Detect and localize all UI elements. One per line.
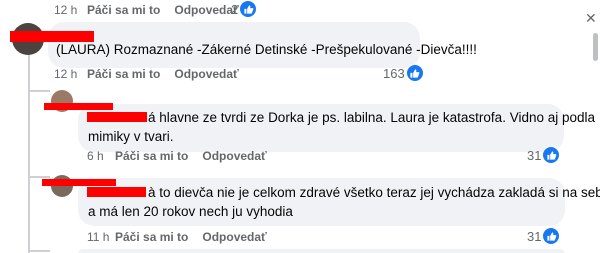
comment-time[interactable]: 11 h xyxy=(87,230,115,244)
reply-actions: 11 h Páči sa mi to Odpovedať xyxy=(87,229,267,245)
close-icon[interactable]: ✕ xyxy=(585,10,597,27)
reactions-count[interactable]: 31 xyxy=(527,146,561,164)
comment-actions: 12 h Páči sa mi to Odpovedať xyxy=(54,66,239,82)
reply-button[interactable]: Odpovedať xyxy=(202,230,266,244)
reply-text-line-2: a má len 20 rokov nech ju vyhodia xyxy=(88,204,293,219)
thread-branch-2 xyxy=(28,176,50,178)
reply-button[interactable]: Odpovedať xyxy=(174,67,238,81)
reactions-count[interactable]: 31 xyxy=(527,227,561,245)
like-button[interactable]: Páči sa mi to xyxy=(87,67,160,81)
thumbs-up-icon xyxy=(405,64,424,82)
like-button[interactable]: Páči sa mi to xyxy=(115,149,188,163)
comment-time[interactable]: 12 h xyxy=(54,3,87,17)
reply-text-line-1: à to dievča nie je celkom zdravé všetko … xyxy=(148,185,600,200)
reactions-count[interactable]: 163 xyxy=(383,64,424,82)
reactions-count[interactable]: 2 xyxy=(231,0,258,18)
scrollbar[interactable] xyxy=(593,33,598,61)
thread-branch-1 xyxy=(28,90,50,92)
reply-text-line-1: á hlavne ze tvrdi ze Dorka je ps. labiln… xyxy=(148,110,596,125)
thumbs-up-icon xyxy=(239,0,258,18)
redacted-name xyxy=(87,187,146,197)
comment-text: (LAURA) Rozmaznané -Zákerné Detinské -Pr… xyxy=(56,42,477,57)
comment-time[interactable]: 6 h xyxy=(87,149,115,163)
thumbs-up-icon xyxy=(542,146,561,164)
redacted-name xyxy=(44,103,113,110)
redacted-name xyxy=(42,179,116,186)
thread-line xyxy=(28,52,30,253)
comment-time[interactable]: 12 h xyxy=(54,67,87,81)
reply-button[interactable]: Odpovedať xyxy=(174,3,238,17)
thumbs-up-icon xyxy=(542,227,561,245)
redacted-name xyxy=(87,112,147,122)
next-reply-bubble xyxy=(78,249,565,253)
reply-actions: 6 h Páči sa mi to Odpovedať xyxy=(87,148,267,164)
like-button[interactable]: Páči sa mi to xyxy=(115,230,188,244)
thread-branch-3 xyxy=(28,250,50,252)
reply-button[interactable]: Odpovedať xyxy=(202,149,266,163)
like-button[interactable]: Páči sa mi to xyxy=(87,3,160,17)
reply-text-line-2: mimiky v tvari. xyxy=(88,129,174,144)
top-comment-actions: 12 h Páči sa mi to Odpovedať xyxy=(54,2,239,18)
